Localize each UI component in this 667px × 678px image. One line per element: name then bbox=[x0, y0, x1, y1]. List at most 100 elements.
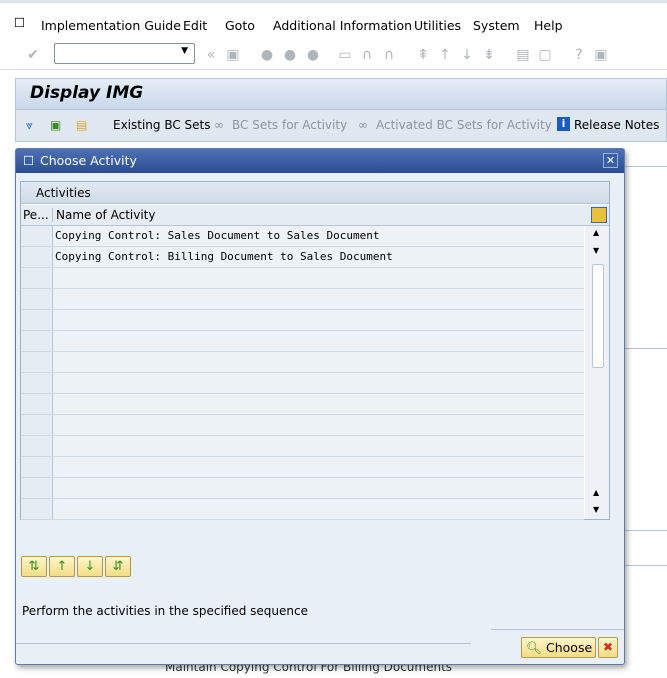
table-row[interactable] bbox=[21, 268, 584, 289]
menu-help[interactable]: Help bbox=[534, 18, 563, 33]
cancel-button[interactable]: ✖ bbox=[598, 637, 618, 658]
cancel-icon: ✖ bbox=[602, 640, 614, 654]
column-header-name[interactable]: Name of Activity bbox=[56, 208, 155, 222]
table-row[interactable] bbox=[21, 394, 584, 415]
move-down-button[interactable]: ↓ bbox=[77, 556, 103, 577]
menu-additional-information[interactable]: Additional Information bbox=[273, 18, 412, 33]
last-page-icon[interactable]: ⇟ bbox=[480, 46, 498, 64]
row-selector[interactable] bbox=[21, 289, 53, 309]
scroll-thumb[interactable] bbox=[592, 264, 604, 368]
page-title: Display IMG bbox=[30, 83, 144, 103]
activated-bc-sets-button[interactable]: Activated BC Sets for Activity bbox=[376, 118, 552, 132]
layout-icon[interactable]: ▣ bbox=[592, 46, 610, 64]
find-icon[interactable]: ∩ bbox=[358, 46, 376, 64]
table-header: Pe... Name of Activity bbox=[21, 205, 609, 226]
shortcut-icon[interactable]: ▢ bbox=[536, 46, 554, 64]
footer-divider bbox=[16, 643, 471, 644]
menu-utilities[interactable]: Utilities bbox=[414, 18, 461, 33]
dialog-icon: ☐ bbox=[23, 153, 35, 168]
choose-icon: 🔍︎ bbox=[526, 640, 542, 655]
previous-page-icon[interactable]: ↑ bbox=[436, 46, 454, 64]
row-selector[interactable] bbox=[21, 394, 53, 414]
export-icon[interactable]: ▣ bbox=[50, 118, 61, 132]
chevron-down-icon[interactable]: ▼ bbox=[181, 46, 188, 56]
table-row[interactable] bbox=[21, 478, 584, 499]
glasses-icon: ∞ bbox=[358, 118, 368, 132]
menu-bar: ☐ Implementation Guide Edit Goto Additio… bbox=[0, 0, 667, 40]
glasses-icon: ∞ bbox=[214, 118, 224, 132]
row-selector[interactable] bbox=[21, 415, 53, 435]
vertical-scrollbar[interactable]: ▲ ▼ ▲ ▼ bbox=[585, 226, 609, 519]
close-icon[interactable]: ✕ bbox=[603, 153, 618, 168]
find-next-icon[interactable]: ∩ bbox=[380, 46, 398, 64]
choose-activity-dialog: ☐ Choose Activity ✕ Activities Pe... Nam… bbox=[15, 148, 625, 665]
back-icon[interactable]: ● bbox=[258, 46, 276, 64]
bc-sets-for-activity-button[interactable]: BC Sets for Activity bbox=[232, 118, 347, 132]
activities-table: Activities Pe... Name of Activity Copyin… bbox=[20, 181, 610, 520]
row-selector[interactable] bbox=[21, 457, 53, 477]
choose-button[interactable]: 🔍︎ Choose bbox=[521, 637, 596, 658]
cancel-icon[interactable]: ● bbox=[304, 46, 322, 64]
scroll-down-icon[interactable]: ▼ bbox=[593, 246, 599, 255]
footer-divider bbox=[491, 629, 624, 630]
table-row[interactable]: Copying Control: Billing Document to Sal… bbox=[21, 247, 584, 268]
scroll-up-icon[interactable]: ▲ bbox=[593, 488, 599, 497]
row-selector[interactable] bbox=[21, 352, 53, 372]
app-header: Display IMG bbox=[15, 78, 667, 110]
scroll-up-icon[interactable]: ▲ bbox=[593, 228, 599, 237]
command-field[interactable]: ▼ bbox=[54, 43, 195, 64]
table-row[interactable] bbox=[21, 499, 584, 520]
enter-icon[interactable]: ✔ bbox=[24, 46, 42, 64]
column-header-pe[interactable]: Pe... bbox=[23, 208, 53, 222]
row-selector[interactable] bbox=[21, 499, 53, 519]
choose-label: Choose bbox=[546, 640, 593, 655]
existing-bc-sets-button[interactable]: Existing BC Sets bbox=[113, 118, 211, 132]
row-selector[interactable] bbox=[21, 247, 53, 267]
info-icon: i bbox=[557, 117, 570, 131]
paste-icon[interactable]: ▤ bbox=[76, 118, 87, 132]
help-icon[interactable]: ? bbox=[570, 46, 588, 64]
menu-edit[interactable]: Edit bbox=[183, 18, 207, 33]
column-settings-icon[interactable] bbox=[591, 207, 607, 223]
table-row[interactable]: Copying Control: Sales Document to Sales… bbox=[21, 226, 584, 247]
expand-icon[interactable]: ⩔ bbox=[26, 118, 33, 133]
exit-icon[interactable]: ● bbox=[281, 46, 299, 64]
row-selector[interactable] bbox=[21, 373, 53, 393]
table-row[interactable] bbox=[21, 373, 584, 394]
menu-system[interactable]: System bbox=[473, 18, 520, 33]
activity-name: Copying Control: Sales Document to Sales… bbox=[55, 229, 380, 242]
release-notes-button[interactable]: Release Notes bbox=[574, 118, 659, 132]
table-title: Activities bbox=[21, 182, 609, 204]
table-row[interactable] bbox=[21, 331, 584, 352]
app-toolbar: ⩔ ▣ ▤ Existing BC Sets ∞ BC Sets for Act… bbox=[15, 110, 667, 142]
row-selector[interactable] bbox=[21, 436, 53, 456]
row-selector[interactable] bbox=[21, 268, 53, 288]
table-row[interactable] bbox=[21, 352, 584, 373]
row-selector[interactable] bbox=[21, 310, 53, 330]
table-row[interactable] bbox=[21, 289, 584, 310]
table-row[interactable] bbox=[21, 457, 584, 478]
new-session-icon[interactable]: ▤ bbox=[514, 46, 532, 64]
move-to-bottom-button[interactable]: ⇵ bbox=[105, 556, 131, 577]
table-row[interactable] bbox=[21, 436, 584, 457]
print-icon[interactable]: ▭ bbox=[336, 46, 354, 64]
dialog-title-bar: ☐ Choose Activity ✕ bbox=[16, 149, 624, 173]
move-up-button[interactable]: ↑ bbox=[49, 556, 75, 577]
scroll-down-icon[interactable]: ▼ bbox=[593, 505, 599, 514]
menu-icon[interactable]: ☐ bbox=[14, 15, 25, 30]
dialog-title: Choose Activity bbox=[40, 153, 137, 168]
row-selector[interactable] bbox=[21, 478, 53, 498]
activity-name: Copying Control: Billing Document to Sal… bbox=[55, 250, 393, 263]
instruction-text: Perform the activities in the specified … bbox=[22, 604, 308, 618]
table-row[interactable] bbox=[21, 310, 584, 331]
save-icon[interactable]: ▣ bbox=[224, 46, 242, 64]
back-arrows-icon[interactable]: « bbox=[202, 46, 220, 64]
menu-goto[interactable]: Goto bbox=[225, 18, 255, 33]
table-row[interactable] bbox=[21, 415, 584, 436]
next-page-icon[interactable]: ↓ bbox=[458, 46, 476, 64]
row-selector[interactable] bbox=[21, 331, 53, 351]
menu-implementation-guide[interactable]: Implementation Guide bbox=[41, 18, 181, 33]
move-to-top-button[interactable]: ⇅ bbox=[21, 556, 47, 577]
row-selector[interactable] bbox=[21, 226, 53, 246]
first-page-icon[interactable]: ⇞ bbox=[414, 46, 432, 64]
